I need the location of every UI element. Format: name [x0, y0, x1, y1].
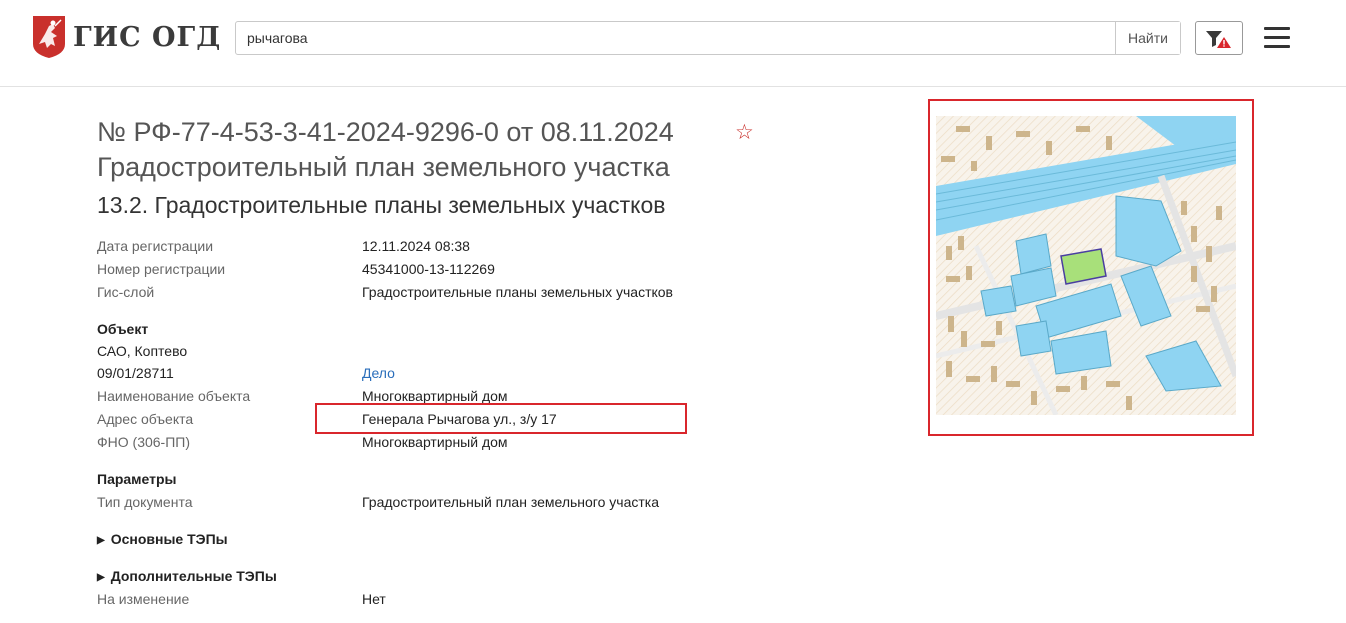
object-heading: Объект — [97, 321, 149, 337]
moscow-emblem-icon — [33, 16, 65, 58]
search-box: Найти — [235, 21, 1181, 55]
case-link-text[interactable]: Дело — [362, 365, 395, 381]
change-value: Нет — [362, 591, 386, 607]
extra-tep-toggle[interactable]: ▶ Дополнительные ТЭПы — [97, 568, 277, 584]
hamburger-menu-icon[interactable] — [1264, 27, 1291, 49]
main-tep-label: Основные ТЭПы — [110, 531, 228, 547]
object-name-value: Многоквартирный дом — [362, 388, 508, 404]
favorite-star-icon[interactable]: ☆ — [735, 122, 754, 143]
doc-type-label: Тип документа — [97, 494, 193, 510]
case-link[interactable]: Дело — [362, 365, 395, 381]
extra-tep-label: Дополнительные ТЭПы — [110, 568, 277, 584]
registration-number-label: Номер регистрации — [97, 261, 226, 277]
header: ГИС ОГД Найти — [0, 0, 1346, 87]
filter-warning-icon — [1206, 31, 1231, 48]
registration-date-value: 12.11.2024 08:38 — [362, 238, 470, 254]
gis-layer-label: Гис-слой — [97, 284, 155, 300]
search-button[interactable]: Найти — [1115, 22, 1180, 54]
search-input[interactable] — [236, 22, 1115, 54]
document-type-title: Градостроительный план земельного участк… — [97, 152, 670, 182]
document-number-title: № РФ-77-4-53-3-41-2024-9296-0 от 08.11.2… — [97, 117, 674, 147]
registration-number-value: 45341000-13-112269 — [362, 261, 495, 277]
address-highlight-box — [315, 403, 687, 434]
object-case-id: 09/01/28711 — [97, 365, 174, 381]
object-district: САО, Коптево — [97, 343, 188, 359]
gis-layer-value: Градостроительные планы земельных участк… — [362, 284, 673, 300]
change-label: На изменение — [97, 591, 190, 607]
fno-value: Многоквартирный дом — [362, 434, 508, 450]
fno-label: ФНО (306-ПП) — [97, 434, 191, 450]
filter-warning-button[interactable] — [1195, 21, 1243, 55]
map-image — [936, 116, 1236, 415]
logo-text: ГИС ОГД — [73, 22, 222, 53]
doc-type-value: Градостроительный план земельного участк… — [362, 494, 659, 510]
logo[interactable]: ГИС ОГД — [31, 14, 221, 59]
registration-date-label: Дата регистрации — [97, 238, 214, 254]
expand-triangle-icon: ▶ — [97, 535, 105, 546]
expand-triangle-icon: ▶ — [97, 572, 105, 583]
map-preview[interactable] — [936, 116, 1236, 415]
document-layer-title: 13.2. Градостроительные планы земельных … — [97, 192, 666, 218]
object-address-label: Адрес объекта — [97, 411, 194, 427]
main-tep-toggle[interactable]: ▶ Основные ТЭПы — [97, 531, 228, 547]
object-name-label: Наименование объекта — [97, 388, 251, 404]
parameters-heading: Параметры — [97, 471, 177, 487]
